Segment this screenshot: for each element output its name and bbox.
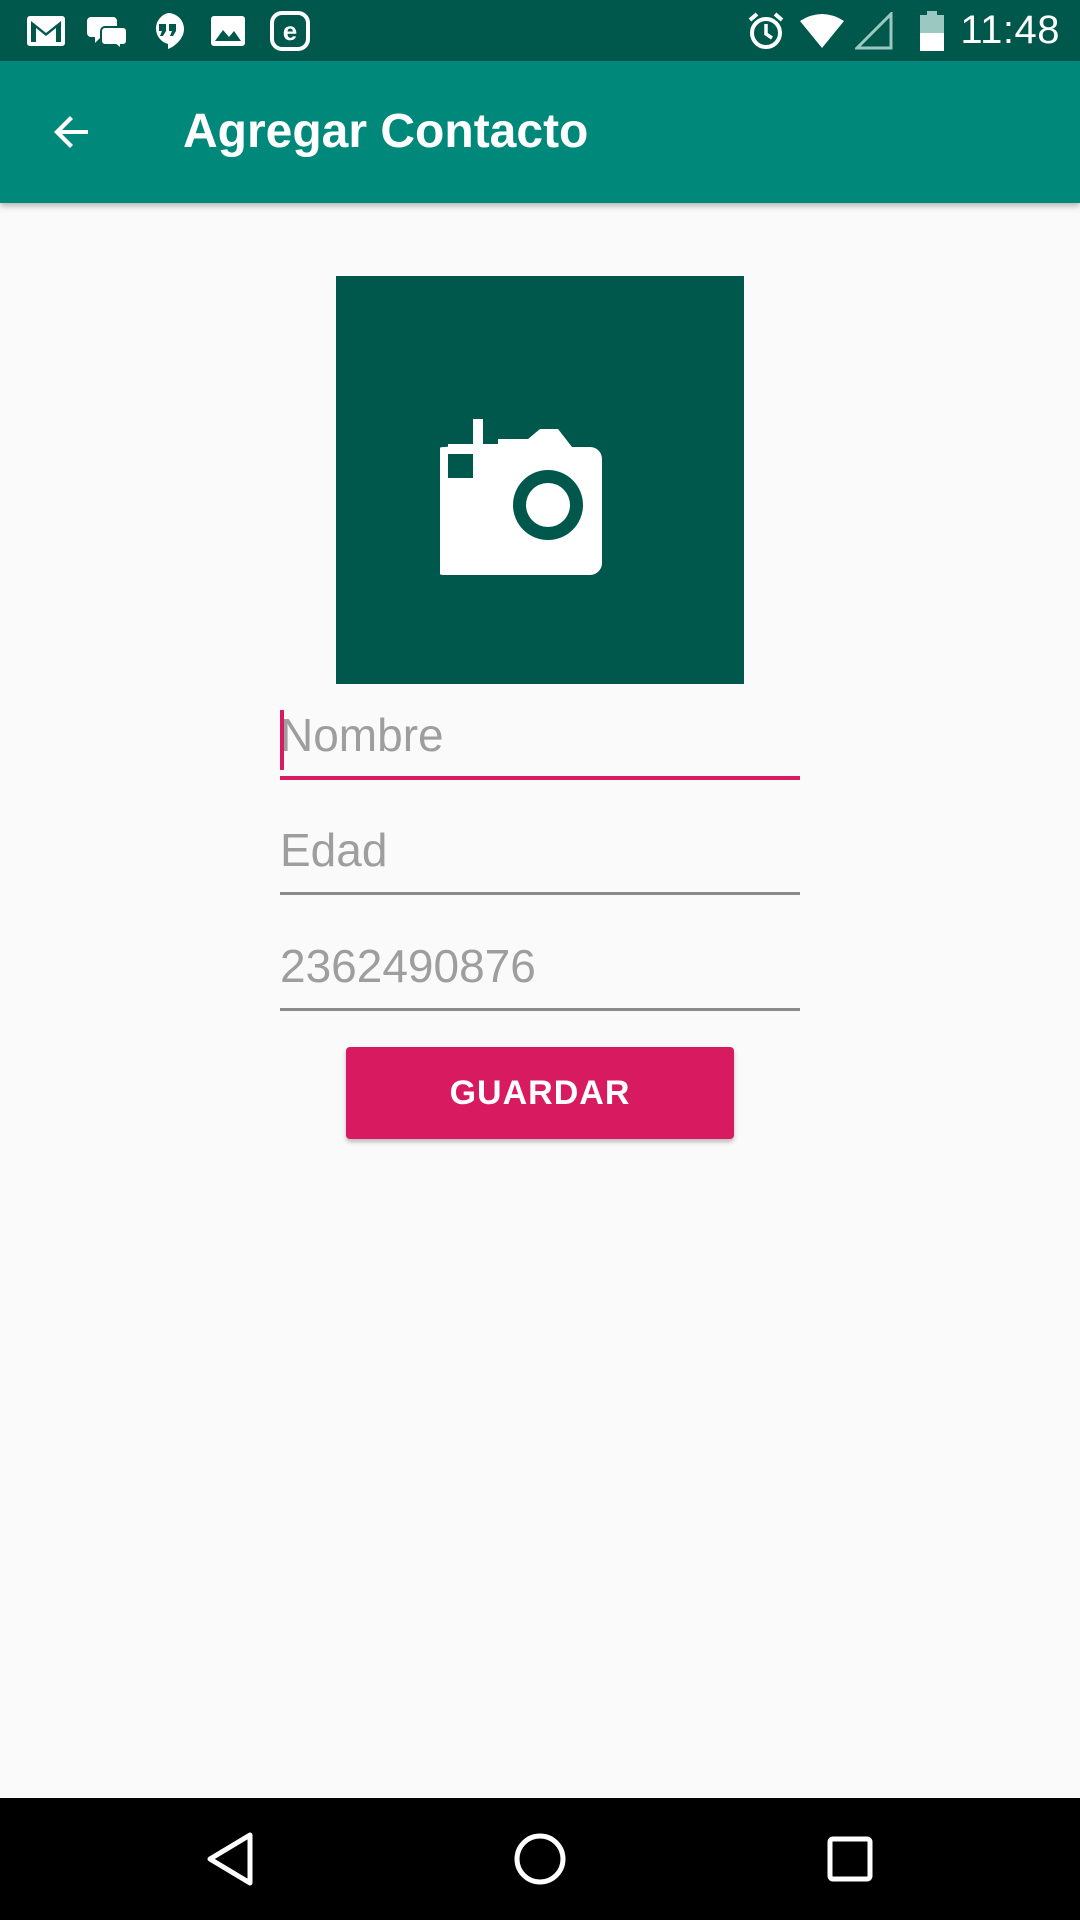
navigation-bar: [0, 1798, 1080, 1920]
e-app-icon: e: [268, 10, 312, 52]
name-field-underline: [280, 776, 800, 780]
save-button[interactable]: GUARDAR: [346, 1047, 734, 1139]
nav-back-button[interactable]: [190, 1819, 270, 1899]
age-field[interactable]: [280, 815, 800, 895]
home-circle-icon: [514, 1833, 566, 1885]
page-title: Agregar Contacto: [183, 105, 589, 158]
wifi-icon: [798, 10, 846, 52]
age-field-underline: [280, 892, 800, 895]
name-input[interactable]: [280, 700, 800, 770]
hangouts-icon: [148, 10, 188, 52]
age-input[interactable]: [280, 815, 800, 885]
nav-recents-button[interactable]: [810, 1819, 890, 1899]
app-bar: Agregar Contacto: [0, 61, 1080, 203]
name-field[interactable]: [280, 700, 800, 780]
back-triangle-icon: [207, 1832, 253, 1886]
gallery-icon: [208, 10, 248, 52]
hangouts-chat-icon: [86, 10, 130, 52]
battery-icon: [914, 10, 950, 52]
nav-home-button[interactable]: [500, 1819, 580, 1899]
svg-text:e: e: [283, 16, 297, 46]
arrow-back-icon: [54, 116, 88, 148]
signal-icon: [854, 10, 894, 52]
status-time: 11:48: [960, 8, 1060, 52]
back-button[interactable]: [36, 96, 108, 168]
add-a-photo-icon: [440, 419, 602, 575]
alarm-icon: [744, 10, 788, 52]
gmail-icon: [24, 10, 68, 52]
add-photo-button[interactable]: [336, 276, 744, 684]
text-cursor: [280, 710, 284, 770]
phone-input[interactable]: [280, 931, 800, 1001]
status-bar: e 11:48: [0, 0, 1080, 61]
phone-field-underline: [280, 1008, 800, 1011]
phone-field[interactable]: [280, 931, 800, 1011]
recents-square-icon: [827, 1836, 873, 1882]
